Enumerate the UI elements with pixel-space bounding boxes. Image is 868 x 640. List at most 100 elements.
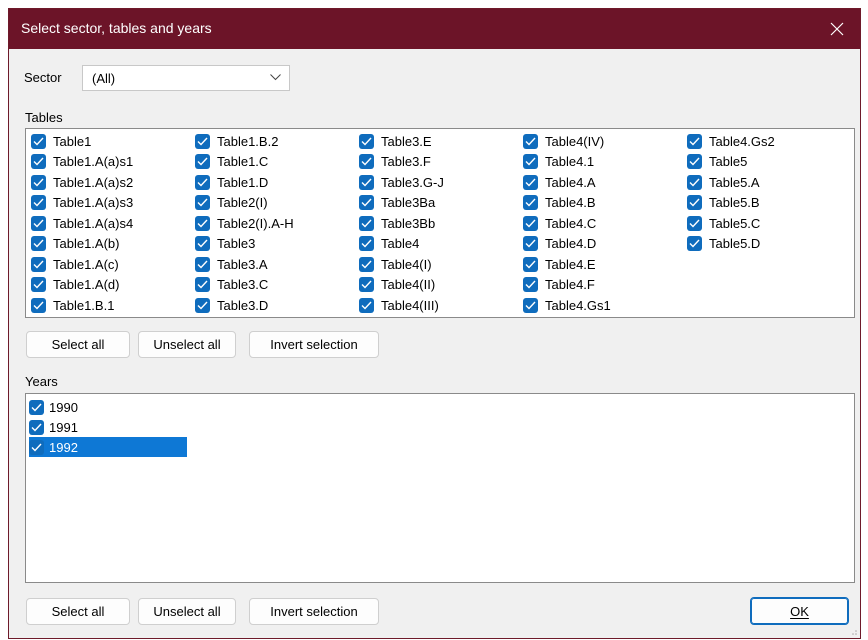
table-checkbox-item[interactable]: Table4	[359, 234, 419, 254]
checkbox[interactable]	[523, 297, 538, 313]
checkbox[interactable]	[195, 277, 210, 292]
table-checkbox-item[interactable]: Table1.D	[195, 172, 268, 192]
year-checkbox-item[interactable]: 1990	[29, 397, 78, 417]
table-checkbox-item[interactable]: Table4.1	[523, 152, 594, 172]
years-invert-selection-button[interactable]: Invert selection	[249, 598, 379, 625]
table-checkbox-item[interactable]: Table3.D	[195, 295, 268, 315]
table-checkbox-item[interactable]: Table3	[195, 234, 255, 254]
table-checkbox-item[interactable]: Table3.E	[359, 131, 432, 151]
checkbox[interactable]	[31, 215, 46, 231]
table-checkbox-item[interactable]: Table1.A(b)	[31, 234, 119, 254]
table-checkbox-item[interactable]: Table1.A(d)	[31, 275, 119, 295]
table-checkbox-item[interactable]: Table4.D	[523, 234, 596, 254]
checkbox[interactable]	[31, 277, 46, 292]
table-checkbox-item[interactable]: Table1	[31, 131, 91, 151]
tables-list[interactable]: Table1 Table1.A(a)s1 Table1.A(a)s2 Table1.A…	[25, 128, 855, 318]
table-checkbox-item[interactable]: Table2(I).A-H	[195, 213, 294, 233]
checkbox[interactable]	[687, 154, 702, 169]
checkbox[interactable]	[687, 133, 702, 149]
table-checkbox-item[interactable]: Table3.C	[195, 275, 268, 295]
checkbox[interactable]	[29, 439, 44, 455]
table-checkbox-item[interactable]: Table5.A	[687, 172, 760, 192]
table-checkbox-item[interactable]: Table5.B	[687, 193, 760, 213]
table-checkbox-item[interactable]: Table1.B.2	[195, 131, 278, 151]
checkbox[interactable]	[195, 236, 210, 251]
table-checkbox-item[interactable]: Table4.E	[523, 254, 596, 274]
checkbox[interactable]	[359, 297, 374, 313]
table-checkbox-item[interactable]: Table5.D	[687, 234, 760, 254]
years-list[interactable]: 1990 1991 1992	[25, 393, 855, 583]
checkbox[interactable]	[195, 174, 210, 190]
checkbox[interactable]	[359, 236, 374, 251]
tables-select-all-button[interactable]: Select all	[26, 331, 130, 358]
checkbox[interactable]	[359, 154, 374, 169]
checkbox[interactable]	[195, 215, 210, 231]
table-checkbox-item[interactable]: Table1.A(c)	[31, 254, 119, 274]
checkbox[interactable]	[359, 277, 374, 292]
checkbox[interactable]	[195, 154, 210, 169]
checkbox[interactable]	[523, 174, 538, 190]
table-checkbox-item[interactable]: Table3Ba	[359, 193, 435, 213]
table-checkbox-item[interactable]: Table4.F	[523, 275, 595, 295]
checkbox[interactable]	[29, 399, 44, 415]
table-checkbox-item[interactable]: Table5.C	[687, 213, 760, 233]
table-checkbox-item[interactable]: Table4.Gs1	[523, 295, 611, 315]
checkbox[interactable]	[31, 154, 46, 169]
checkbox[interactable]	[523, 154, 538, 169]
checkbox[interactable]	[31, 133, 46, 149]
table-checkbox-item[interactable]: Table5	[687, 152, 747, 172]
checkbox[interactable]	[31, 256, 46, 272]
table-checkbox-item[interactable]: Table1.A(a)s3	[31, 193, 133, 213]
table-checkbox-item[interactable]: Table3.A	[195, 254, 268, 274]
table-checkbox-item[interactable]: Table4.Gs2	[687, 131, 775, 151]
checkbox[interactable]	[195, 133, 210, 149]
checkbox[interactable]	[31, 297, 46, 313]
table-checkbox-item[interactable]: Table4.A	[523, 172, 596, 192]
checkbox[interactable]	[195, 297, 210, 313]
checkbox[interactable]	[687, 174, 702, 190]
table-checkbox-item[interactable]: Table4.C	[523, 213, 596, 233]
checkbox[interactable]	[31, 174, 46, 190]
ok-button[interactable]: OK	[750, 597, 849, 625]
tables-unselect-all-button[interactable]: Unselect all	[138, 331, 236, 358]
checkbox[interactable]	[359, 256, 374, 272]
checkbox[interactable]	[687, 215, 702, 231]
checkbox[interactable]	[195, 195, 210, 210]
table-checkbox-item[interactable]: Table1.C	[195, 152, 268, 172]
table-checkbox-item[interactable]: Table2(I)	[195, 193, 268, 213]
table-checkbox-item[interactable]: Table4(IV)	[523, 131, 604, 151]
table-checkbox-item[interactable]: Table1.A(a)s1	[31, 152, 133, 172]
checkbox[interactable]	[31, 236, 46, 251]
checkbox[interactable]	[523, 195, 538, 210]
checkbox[interactable]	[523, 256, 538, 272]
table-checkbox-item[interactable]: Table1.A(a)s4	[31, 213, 133, 233]
years-select-all-button[interactable]: Select all	[26, 598, 130, 625]
checkbox[interactable]	[359, 195, 374, 210]
table-checkbox-item[interactable]: Table1.A(a)s2	[31, 172, 133, 192]
checkbox[interactable]	[523, 277, 538, 292]
close-button[interactable]	[814, 9, 860, 49]
table-checkbox-item[interactable]: Table1.B.1	[31, 295, 114, 315]
table-checkbox-item[interactable]: Table4(II)	[359, 275, 435, 295]
resize-grip-icon[interactable]	[848, 626, 858, 636]
checkbox[interactable]	[359, 215, 374, 231]
checkbox[interactable]	[687, 236, 702, 251]
table-checkbox-item[interactable]: Table3Bb	[359, 213, 435, 233]
tables-invert-selection-button[interactable]: Invert selection	[249, 331, 379, 358]
year-checkbox-item[interactable]: 1991	[29, 417, 78, 437]
table-checkbox-item[interactable]: Table4(III)	[359, 295, 439, 315]
table-checkbox-item[interactable]: Table3.F	[359, 152, 431, 172]
table-checkbox-item[interactable]: Table4(I)	[359, 254, 432, 274]
sector-dropdown[interactable]: (All)	[82, 65, 290, 91]
checkbox[interactable]	[359, 174, 374, 190]
years-unselect-all-button[interactable]: Unselect all	[138, 598, 236, 625]
checkbox[interactable]	[359, 133, 374, 149]
checkbox[interactable]	[31, 195, 46, 210]
checkbox[interactable]	[523, 236, 538, 251]
year-checkbox-item[interactable]: 1992	[29, 437, 187, 457]
table-checkbox-item[interactable]: Table3.G-J	[359, 172, 444, 192]
checkbox[interactable]	[523, 215, 538, 231]
checkbox[interactable]	[523, 133, 538, 149]
table-checkbox-item[interactable]: Table4.B	[523, 193, 596, 213]
checkbox[interactable]	[195, 256, 210, 272]
